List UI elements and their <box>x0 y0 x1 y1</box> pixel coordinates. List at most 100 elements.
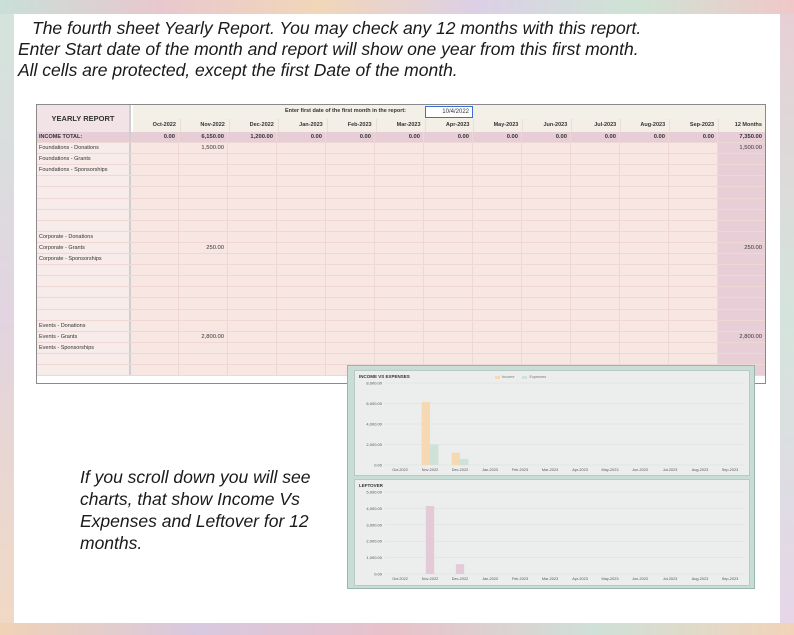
x-tick-label: Sep-2023 <box>722 577 738 581</box>
month-value-cell <box>620 320 669 331</box>
month-value-cell <box>669 231 718 242</box>
month-value-cell <box>375 353 424 364</box>
month-value-cell <box>522 309 571 320</box>
twelve-month-total-cell <box>718 154 765 165</box>
month-value-cell <box>326 242 375 254</box>
month-value-cell <box>326 231 375 242</box>
table-row: Events - Donations <box>37 320 765 332</box>
month-value-cell <box>375 265 424 276</box>
x-tick-label: Oct-2022 <box>392 577 408 581</box>
month-value-cell <box>424 298 473 309</box>
month-header-cell: Oct-2022 <box>133 119 181 132</box>
row-label <box>37 209 131 220</box>
twelve-month-total-cell <box>718 198 765 209</box>
twelve-month-total-cell <box>718 176 765 187</box>
month-value-cell <box>131 364 179 376</box>
month-value-cell <box>473 165 522 176</box>
month-value-cell <box>620 220 669 231</box>
month-value-cell <box>473 231 522 242</box>
month-value-cell <box>131 298 179 309</box>
month-value-cell <box>571 276 620 287</box>
table-row <box>37 198 765 210</box>
month-value-cell <box>571 198 620 209</box>
caption-line-3: Expenses and Leftover for 12 <box>80 511 309 531</box>
twelve-month-total-cell <box>718 287 765 298</box>
x-tick-label: Apr-2023 <box>572 468 588 472</box>
month-value-cell <box>571 220 620 231</box>
month-value-cell <box>620 276 669 287</box>
month-value-cell <box>669 265 718 276</box>
month-value-cell <box>669 242 718 254</box>
month-value-cell <box>424 220 473 231</box>
month-value-cell <box>424 242 473 254</box>
month-value-cell <box>375 220 424 231</box>
row-label: Foundations - Donations <box>37 143 131 154</box>
month-value-cell <box>522 154 571 165</box>
month-value-cell <box>131 331 179 342</box>
y-tick-label: 4,000.00 <box>366 506 382 511</box>
month-header-cell: Dec-2022 <box>230 119 279 132</box>
month-value-cell <box>522 342 571 353</box>
y-tick-label: 0.00 <box>374 572 383 577</box>
month-value-cell <box>522 187 571 198</box>
x-tick-label: Feb-2023 <box>512 468 528 472</box>
x-tick-label: Dec-2022 <box>452 577 468 581</box>
month-value-cell <box>571 165 620 176</box>
month-value-cell <box>375 231 424 242</box>
month-value-cell <box>228 309 277 320</box>
month-value-cell <box>375 143 424 154</box>
twelve-month-total-cell: 250.00 <box>718 242 765 254</box>
table-row: Events - Sponsorships <box>37 342 765 354</box>
x-tick-label: Mar-2023 <box>542 577 558 581</box>
month-value-cell <box>228 353 277 364</box>
y-tick-label: 6,000.00 <box>366 401 382 406</box>
month-value-cell <box>375 331 424 342</box>
y-tick-label: 4,000.00 <box>366 422 382 427</box>
month-value-cell <box>326 309 375 320</box>
month-value-cell: 0.00 <box>375 132 424 143</box>
month-value-cell: 2,800.00 <box>179 331 228 342</box>
month-value-cell <box>277 265 326 276</box>
month-header-cell: Jun-2023 <box>523 119 573 132</box>
caption-line-4: months. <box>80 533 143 553</box>
month-value-cell <box>228 298 277 309</box>
month-value-cell <box>620 176 669 187</box>
month-value-cell <box>228 176 277 187</box>
bar <box>451 452 460 465</box>
month-value-cell <box>620 242 669 254</box>
month-value-cell <box>277 287 326 298</box>
month-value-cell <box>473 342 522 353</box>
table-row: Corporate - Grants 250.00 250.00 <box>37 242 765 255</box>
x-tick-label: May-2023 <box>602 577 619 581</box>
month-value-cell <box>326 176 375 187</box>
income-total-row: INCOME TOTAL: 0.00 6,150.00 1,200.00 0.00 0.0… <box>37 132 765 144</box>
month-value-cell <box>669 298 718 309</box>
month-value-cell <box>326 320 375 331</box>
month-value-cell <box>326 331 375 342</box>
row-label <box>37 364 131 376</box>
month-header-cell: Jul-2023 <box>572 119 622 132</box>
month-value-cell <box>522 254 571 265</box>
month-value-cell <box>522 143 571 154</box>
start-date-input[interactable]: 10/4/2022 <box>425 106 473 118</box>
month-header-cell: Jan-2023 <box>279 119 328 132</box>
x-tick-label: Mar-2023 <box>542 468 558 472</box>
x-tick-label: May-2023 <box>602 468 619 472</box>
month-value-cell <box>571 342 620 353</box>
month-value-cell: 0.00 <box>131 132 179 143</box>
month-value-cell <box>375 165 424 176</box>
x-tick-label: Feb-2023 <box>512 577 528 581</box>
month-value-cell <box>131 287 179 298</box>
leftover-chart: LEFTOVER 0.00 1,000.00 2,000.00 3,000.00 4,0… <box>354 479 750 586</box>
start-date-label: Enter first date of the first month in t… <box>285 108 407 114</box>
month-value-cell <box>228 165 277 176</box>
month-value-cell <box>228 320 277 331</box>
month-value-cell <box>277 176 326 187</box>
month-value-cell: 6,150.00 <box>179 132 228 143</box>
month-value-cell <box>375 320 424 331</box>
month-header-cell: Nov-2022 <box>181 119 230 132</box>
month-value-cell: 0.00 <box>522 132 571 143</box>
month-value-cell <box>326 276 375 287</box>
month-value-cell <box>277 298 326 309</box>
month-value-cell <box>131 209 179 220</box>
